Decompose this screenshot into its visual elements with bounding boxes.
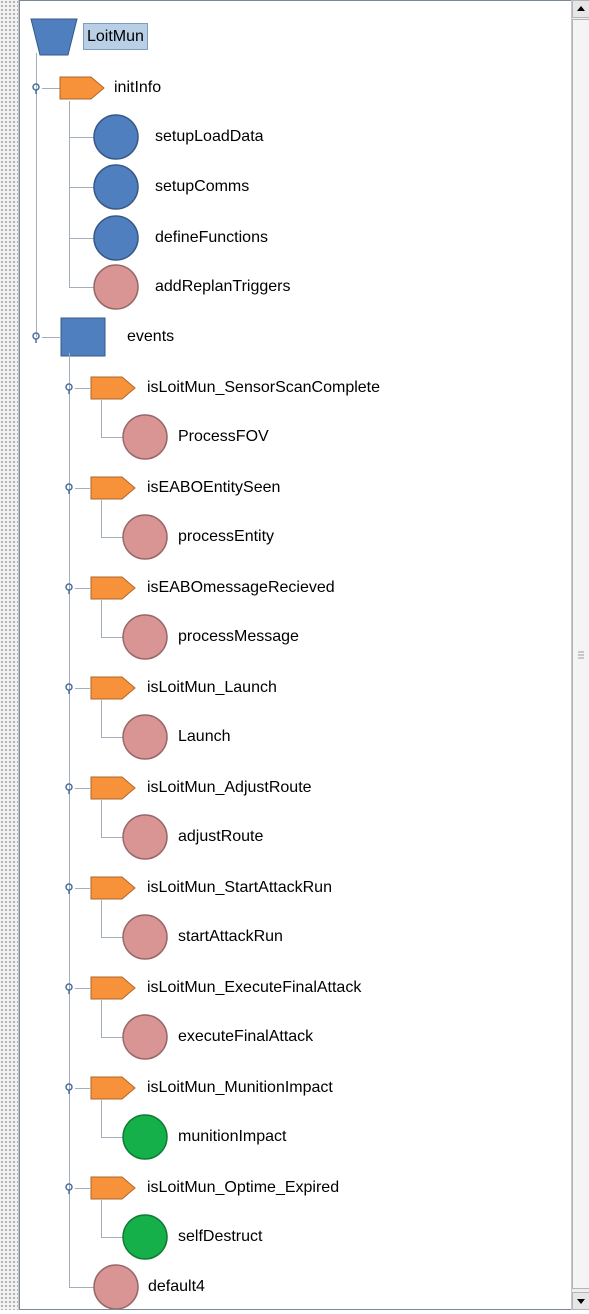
tree-node-default[interactable]: default4 <box>148 1277 205 1297</box>
expand-toggle-icon[interactable] <box>62 481 76 495</box>
tree-connector-line <box>42 337 60 338</box>
tree-node-action[interactable]: startAttackRun <box>178 927 283 947</box>
tree-connector-line <box>75 588 90 589</box>
tree-connector-line <box>75 788 90 789</box>
tag-icon <box>90 476 136 500</box>
tag-icon <box>90 1176 136 1200</box>
expand-toggle-icon[interactable] <box>62 881 76 895</box>
expand-toggle-icon[interactable] <box>62 381 76 395</box>
circle-icon <box>122 614 168 660</box>
circle-icon <box>93 215 139 261</box>
tree-node-action[interactable]: defineFunctions <box>155 228 268 248</box>
tree-connector-line <box>101 400 102 437</box>
expand-toggle-icon[interactable] <box>62 781 76 795</box>
tree-connector-line <box>75 988 90 989</box>
tree-node-action[interactable]: setupLoadData <box>155 127 264 147</box>
circle-icon <box>122 914 168 960</box>
tree-connector-line <box>101 600 102 637</box>
square-icon <box>60 317 106 357</box>
tree-node-action[interactable]: ProcessFOV <box>178 427 269 447</box>
arrow-down-icon <box>577 1299 585 1304</box>
tree-connector-line <box>75 1188 90 1189</box>
circle-icon <box>122 1014 168 1060</box>
tree-node-action[interactable]: adjustRoute <box>178 827 263 847</box>
circle-icon <box>122 814 168 860</box>
circle-icon <box>93 264 139 310</box>
tree-connector-line <box>75 388 90 389</box>
circle-icon <box>93 1264 139 1309</box>
tag-icon <box>90 1076 136 1100</box>
tag-icon <box>90 576 136 600</box>
expand-toggle-icon[interactable] <box>62 1181 76 1195</box>
circle-icon <box>122 1114 168 1160</box>
tree-node-action[interactable]: selfDestruct <box>178 1227 262 1247</box>
circle-icon <box>122 514 168 560</box>
tag-icon <box>59 76 105 100</box>
expand-toggle-icon[interactable] <box>62 581 76 595</box>
tree-connector-line <box>75 1088 90 1089</box>
tree-node-condition[interactable]: isLoitMun_Launch <box>147 678 277 698</box>
circle-icon <box>122 1214 168 1260</box>
tree-node-action[interactable]: addReplanTriggers <box>155 277 290 297</box>
tree-node-condition[interactable]: isLoitMun_StartAttackRun <box>147 878 332 898</box>
tree-connector-line <box>69 101 70 287</box>
tree-node-action[interactable]: Launch <box>178 727 231 747</box>
expand-toggle-icon[interactable] <box>62 981 76 995</box>
tree-connector-line <box>75 488 90 489</box>
scroll-thumb[interactable] <box>572 19 589 1289</box>
tree-connector-line <box>101 1200 102 1237</box>
tree-node-condition[interactable]: isEABOmessageRecieved <box>147 578 335 598</box>
tree-connector-line <box>75 888 90 889</box>
tree-node-condition[interactable]: isLoitMun_AdjustRoute <box>147 778 312 798</box>
tag-icon <box>90 776 136 800</box>
circle-icon <box>93 164 139 210</box>
tree-node-action[interactable]: processEntity <box>178 527 274 547</box>
expand-toggle-icon[interactable] <box>62 681 76 695</box>
vertical-scrollbar[interactable] <box>571 0 589 1310</box>
tree-node-action[interactable]: setupComms <box>155 177 249 197</box>
tree-connector-line <box>101 700 102 737</box>
tree-connector-line <box>101 500 102 537</box>
tree-connector-line <box>42 88 60 89</box>
tree-connector-line <box>101 1000 102 1037</box>
tag-icon <box>90 876 136 900</box>
tree-node-action[interactable]: processMessage <box>178 627 299 647</box>
split-pane-grip[interactable] <box>0 0 19 1310</box>
tree-node-condition[interactable]: isLoitMun_Optime_Expired <box>147 1178 339 1198</box>
circle-icon <box>122 714 168 760</box>
expand-toggle-icon[interactable] <box>29 330 43 344</box>
scroll-up-button[interactable] <box>572 0 589 18</box>
arrow-up-icon <box>577 6 585 11</box>
tag-icon <box>90 676 136 700</box>
tree-node-initinfo[interactable]: initInfo <box>114 78 161 98</box>
funnel-icon <box>30 18 78 56</box>
grip-lines-icon <box>578 651 584 659</box>
tree-node-condition[interactable]: isLoitMun_MunitionImpact <box>147 1078 333 1098</box>
tree-node-condition[interactable]: isEABOEntitySeen <box>147 478 280 498</box>
expand-toggle-icon[interactable] <box>29 81 43 95</box>
tree-connector-line <box>75 688 90 689</box>
behavior-tree-view[interactable]: LoitMun initInfo setupLoadData setupComms de… <box>19 0 572 1310</box>
expand-toggle-icon[interactable] <box>62 1081 76 1095</box>
tag-icon <box>90 976 136 1000</box>
tree-connector-line <box>101 1100 102 1137</box>
tree-root-label[interactable]: LoitMun <box>83 23 148 50</box>
tree-connector-line <box>101 800 102 837</box>
tree-node-action[interactable]: executeFinalAttack <box>178 1027 313 1047</box>
tree-connector-line <box>36 53 37 337</box>
circle-icon <box>122 414 168 460</box>
tag-icon <box>90 376 136 400</box>
tree-node-action[interactable]: munitionImpact <box>178 1127 287 1147</box>
circle-icon <box>93 114 139 160</box>
tree-node-events[interactable]: events <box>127 327 174 347</box>
tree-node-condition[interactable]: isLoitMun_SensorScanComplete <box>147 378 380 398</box>
tree-node-condition[interactable]: isLoitMun_ExecuteFinalAttack <box>147 978 361 998</box>
tree-connector-line <box>101 900 102 937</box>
scroll-down-button[interactable] <box>572 1292 589 1310</box>
